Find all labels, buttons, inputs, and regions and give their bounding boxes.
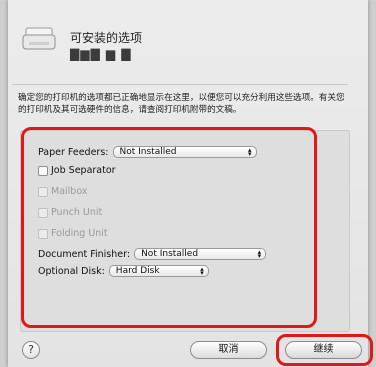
printer-name: ▇▆▇ ▆ ▇ (70, 47, 132, 61)
dialog-title: 可安装的选项 (70, 31, 143, 45)
optional-disk-label: Optional Disk: (38, 265, 105, 277)
optional-disk-row: Optional Disk: Hard Disk ▴ ▾ (38, 265, 209, 277)
help-button[interactable]: ? (22, 341, 40, 359)
background-right (368, 0, 376, 367)
paper-feeders-row: Paper Feeders: Not Installed ▴ ▾ (38, 146, 257, 158)
dialog-header: 可安装的选项 ▇▆▇ ▆ ▇ (8, 0, 368, 82)
optional-disk-value: Hard Disk (115, 266, 160, 276)
document-finisher-value: Not Installed (141, 249, 199, 259)
job-separator-label: Job Separator (51, 165, 116, 176)
optional-disk-popup[interactable]: Hard Disk ▴ ▾ (108, 265, 209, 277)
paper-feeders-label: Paper Feeders: (38, 146, 109, 158)
paper-feeders-value: Not Installed (119, 147, 177, 157)
folding-unit-checkbox (38, 228, 48, 239)
printer-icon (22, 27, 56, 50)
dialog-description: 确定您的打印机的选项都已正确地显示在这里，以便您可以充分利用这些选项。有关您的打… (18, 93, 345, 115)
header-divider (12, 84, 348, 85)
folding-unit-row: Folding Unit (38, 228, 108, 239)
mailbox-checkbox (38, 186, 48, 197)
mailbox-row: Mailbox (38, 186, 87, 197)
updown-arrows-icon: ▴ ▾ (257, 248, 262, 260)
background-left (0, 0, 8, 367)
cancel-button[interactable]: 取消 (190, 341, 267, 359)
continue-button[interactable]: 继续 (285, 341, 362, 359)
job-separator-checkbox[interactable] (38, 165, 48, 176)
document-finisher-popup[interactable]: Not Installed ▴ ▾ (134, 248, 267, 260)
document-finisher-row: Document Finisher: Not Installed ▴ ▾ (38, 248, 267, 260)
punch-unit-row: Punch Unit (38, 207, 102, 218)
punch-unit-label: Punch Unit (51, 207, 103, 218)
job-separator-row[interactable]: Job Separator (38, 165, 116, 176)
mailbox-label: Mailbox (51, 186, 88, 197)
folding-unit-label: Folding Unit (51, 228, 108, 239)
updown-arrows-icon: ▴ ▾ (247, 146, 252, 158)
updown-arrows-icon: ▴ ▾ (200, 265, 204, 277)
paper-feeders-popup[interactable]: Not Installed ▴ ▾ (112, 146, 257, 158)
document-finisher-label: Document Finisher: (38, 248, 131, 260)
punch-unit-checkbox (38, 207, 48, 218)
